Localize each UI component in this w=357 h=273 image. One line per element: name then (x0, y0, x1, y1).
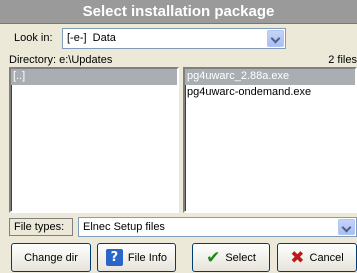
file-types-select[interactable]: Elnec Setup files (78, 217, 357, 237)
help-icon: ? (105, 249, 123, 266)
file-types-row: File types: Elnec Setup files (0, 215, 357, 239)
file-types-value: Elnec Setup files (83, 221, 165, 233)
drive-select[interactable]: [-e-] Data (62, 28, 286, 49)
look-in-label: Look in: (14, 32, 53, 44)
checkmark-icon: ✔ (206, 247, 221, 268)
directory-row: Directory: e:\Updates 2 files (0, 53, 357, 67)
file-item[interactable]: pg4uwarc_2.88a.exe (185, 69, 355, 85)
directory-list[interactable]: [..] (9, 67, 179, 213)
cancel-label: Cancel (309, 251, 344, 264)
chevron-down-icon[interactable] (267, 30, 284, 47)
file-types-label: File types: (9, 218, 73, 236)
directory-path: Directory: e:\Updates (9, 54, 113, 66)
dialog-title: Select installation package (0, 0, 357, 24)
file-info-button[interactable]: ? File Info (97, 243, 176, 272)
select-button[interactable]: ✔ Select (192, 243, 270, 272)
drive-select-value: [-e-] Data (67, 32, 116, 44)
cancel-button[interactable]: ✖ Cancel (277, 243, 357, 272)
chevron-down-icon[interactable] (338, 219, 355, 235)
file-item[interactable]: pg4uwarc-ondemand.exe (185, 85, 355, 101)
file-list[interactable]: pg4uwarc_2.88a.exe pg4uwarc-ondemand.exe (183, 67, 357, 213)
file-info-label: File Info (127, 251, 168, 264)
files-count: 2 files (328, 54, 357, 66)
directory-item-parent[interactable]: [..] (11, 69, 177, 85)
change-dir-button[interactable]: Change dir (11, 243, 91, 272)
look-in-row: Look in: [-e-] Data (0, 25, 357, 51)
select-label: Select (225, 251, 256, 264)
change-dir-label: Change dir (24, 251, 78, 264)
x-icon: ✖ (290, 247, 305, 268)
